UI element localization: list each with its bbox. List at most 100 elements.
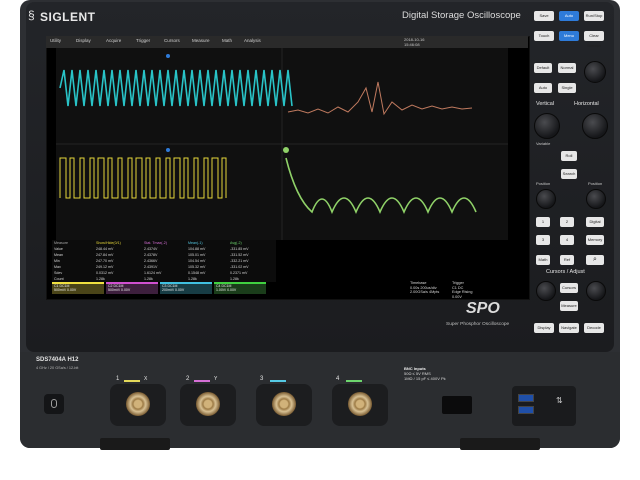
touch-button[interactable]: Touch [534,31,554,41]
table-cell: 0.0312 mV [96,271,114,275]
math-button[interactable]: Math [536,255,550,265]
usb-symbol-icon: ⇅ [556,396,563,405]
trigger-type: Edge Rising [452,290,473,294]
vertical-scale-knob[interactable] [534,113,560,139]
ref-button[interactable]: Ref [560,255,574,265]
table-header-cell: Avg(-2) [230,241,242,245]
channel-tag-scale: 500mV/ 0.00V [108,288,131,292]
run-stop-button[interactable]: Run/Stop [584,11,604,21]
auto-trigger-button[interactable]: Auto [534,83,552,93]
menu-cursors[interactable]: Cursors [164,38,180,43]
table-cell: 104.54 mV [188,259,206,263]
table-cell: 0.1548 mV [188,271,206,275]
channel-tag-1[interactable]: C1 DC1M 500mV/ 0.00V [52,282,104,294]
menu-display[interactable]: Display [76,38,91,43]
spo-logo: SPO [466,300,500,317]
channel-1-button[interactable]: 1 [536,217,550,227]
cursor-b-knob[interactable] [586,281,606,301]
table-cell: 1.28k [188,277,197,281]
power-icon [51,399,57,408]
vertical-label: Vertical [536,101,555,107]
digital-button[interactable]: Digital [586,217,604,227]
search-button[interactable]: Search [561,169,577,179]
zoom-icon[interactable]: ⌕ [586,255,604,265]
cursor-a-knob[interactable] [536,281,556,301]
channel-tags: C1 DC1M 500mV/ 0.00V C2 DC1M 500mV/ 0.00… [52,282,274,296]
input-1-letter: X [144,376,148,382]
table-cell: 2.4378V [144,253,158,257]
trigger-level: 0.00V [452,294,462,299]
measure-button[interactable]: Measure [560,301,578,311]
cursors-button[interactable]: Cursors [560,283,578,293]
waveform-svg [56,48,508,240]
horizontal-scale-knob[interactable] [582,113,608,139]
bnc-input-3[interactable] [272,392,296,416]
timebase-rate: 2.00GSa/s 4Mpts [410,290,440,294]
roll-button[interactable]: Roll [561,151,577,161]
input-3-color-bar [270,380,286,382]
bnc-input-2[interactable] [196,392,220,416]
channel-tag-scale: 500mV/ 0.00V [54,288,77,292]
table-cell: Sdev [54,271,63,275]
bnc-input-4[interactable] [348,392,372,416]
ext-trigger-port[interactable] [442,396,472,414]
menu-math[interactable]: Math [222,38,232,43]
menu-utility[interactable]: Utility [50,38,61,43]
channel-3-button[interactable]: 3 [536,235,550,245]
menu-trigger[interactable]: Trigger [136,38,150,43]
single-button[interactable]: Single [558,83,576,93]
bnc-input-1[interactable] [126,392,150,416]
menu-button[interactable]: Menu [559,31,579,41]
table-cell: -331.02 mV [230,265,249,269]
cyan-marker-icon [166,54,170,58]
table-header-cell: Mean(-1) [188,241,203,245]
channel-tag-4[interactable]: C4 DC1M 1.00V/ 0.00V [214,282,266,294]
table-cell: Count [54,277,64,281]
foot-right [460,438,540,450]
channel-4-button[interactable]: 4 [560,235,574,245]
table-cell: 249.12 mV [96,265,114,269]
timebase-info[interactable]: Timebase 0.00s 200us/div 2.00GSa/s 4Mpts [410,281,439,295]
usb-port-icon[interactable] [518,406,534,414]
input-2-number: 2 [186,376,190,382]
input-2-letter: Y [214,376,218,382]
channel-2-button[interactable]: 2 [560,217,574,227]
decode-button[interactable]: Decode [584,323,604,333]
spec-line: 1MΩ / 15 pF ≤ 400V Pk [404,376,446,381]
green-waveform [285,157,477,215]
channel-tag-3[interactable]: C3 DC1M 200mV/ 0.00V [160,282,212,294]
input-2-color-bar [194,380,210,382]
yellow-waveform [59,157,227,199]
control-panel: Save Auto Run/Stop Touch Menu Clear Swee… [530,5,610,345]
input-1-color-bar [124,380,140,382]
variable-label: Variable [536,141,551,146]
menu-measure[interactable]: Measure [192,38,210,43]
channel-tag-scale: 1.00V/ 0.00V [216,288,237,292]
trigger-level-knob[interactable] [584,61,606,83]
menu-analysis[interactable]: Analysis [244,38,261,43]
horizontal-position-knob[interactable] [586,189,606,209]
vertical-position-knob[interactable] [536,189,556,209]
trigger-info[interactable]: Trigger C1 DC Edge Rising 0.00V [452,281,472,299]
waveform-grid[interactable] [56,48,508,240]
channel-tag-2[interactable]: C2 DC1M 500mV/ 0.00V [106,282,158,294]
display-persist-button[interactable]: Display Persist [534,323,554,340]
table-cell: 248.44 mV [96,247,114,251]
table-cell: -331.85 mV [230,247,249,251]
table-header-cell: Show/Hide(0/1) [96,241,121,245]
save-button[interactable]: Save [534,11,554,21]
spectrum-trace [287,81,473,116]
navigate-button[interactable]: Navigate [559,323,579,333]
clear-sweeps-button[interactable]: Clear Sweeps [584,31,604,48]
normal-button[interactable]: Normal [558,63,576,73]
menu-acquire[interactable]: Acquire [106,38,121,43]
green-marker-icon [283,147,289,153]
memory-button[interactable]: Memory [586,235,604,245]
auto-setup-button[interactable]: Auto [559,11,579,21]
foot-left [100,438,170,450]
table-cell: 247.84 mV [96,253,114,257]
table-cell: 247.70 mV [96,259,114,263]
default-button[interactable]: Default [534,63,552,73]
usb-port-icon[interactable] [518,394,534,402]
table-cell: 1.28k [144,277,153,281]
